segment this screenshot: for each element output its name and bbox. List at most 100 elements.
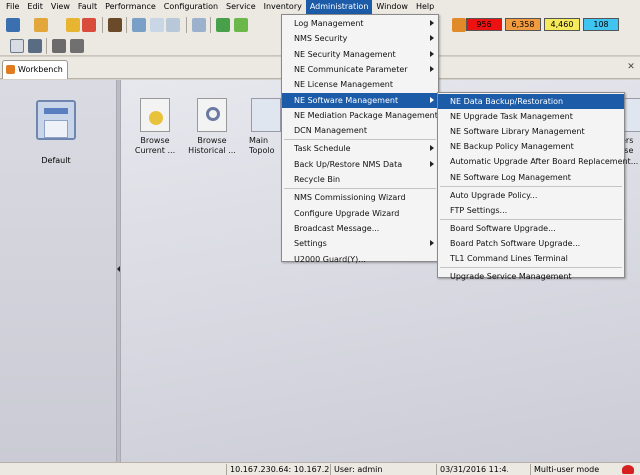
menu-item-ne-mediation-package-management[interactable]: NE Mediation Package Management xyxy=(282,108,438,123)
submenu-arrow-icon xyxy=(430,160,434,167)
critical-alarm-count[interactable]: 956 xyxy=(466,18,502,31)
menu-item-broadcast-message[interactable]: Broadcast Message... xyxy=(282,221,438,236)
submenu-arrow-icon xyxy=(430,96,434,103)
menu-help[interactable]: Help xyxy=(412,0,438,14)
major-alarm-count[interactable]: 6,358 xyxy=(505,18,541,31)
menu-separator xyxy=(284,188,436,190)
search-icon[interactable] xyxy=(166,18,180,32)
ne-software-management-submenu: NE Data Backup/Restoration NE Upgrade Tas… xyxy=(437,92,638,281)
menu-window[interactable]: Window xyxy=(372,0,412,14)
menu-item-label: Back Up/Restore NMS Data xyxy=(294,159,403,169)
wizard-icon[interactable] xyxy=(34,18,48,32)
menu-item-nms-security[interactable]: NMS Security xyxy=(282,31,438,46)
menu-fault[interactable]: Fault xyxy=(74,0,101,14)
chart-icon[interactable] xyxy=(150,18,164,32)
menu-item-recycle-bin[interactable]: Recycle Bin xyxy=(282,172,438,187)
menu-item-settings[interactable]: Settings xyxy=(282,236,438,251)
menu-file[interactable]: File xyxy=(2,0,23,14)
submenu-item-board-patch-software-upgrade[interactable]: Board Patch Software Upgrade... xyxy=(438,236,624,251)
menu-item-label: NE Software Library Management xyxy=(450,127,585,137)
edit-icon[interactable] xyxy=(132,18,146,32)
menu-separator xyxy=(440,218,622,220)
browse-historical-alarm-label: Browse Historical ... xyxy=(188,136,236,155)
menu-item-nms-commissioning-wizard[interactable]: NMS Commissioning Wizard xyxy=(282,190,438,205)
menu-item-label: TL1 Command Lines Terminal xyxy=(450,254,568,263)
menu-administration[interactable]: Administration xyxy=(305,0,373,14)
menu-performance[interactable]: Performance xyxy=(101,0,160,14)
menu-inventory[interactable]: Inventory xyxy=(260,0,306,14)
main-topology[interactable]: Main Topolo xyxy=(249,98,283,156)
submenu-item-upgrade-service-management[interactable]: Upgrade Service Management xyxy=(438,269,624,284)
submenu-item-ne-software-log-management[interactable]: NE Software Log Management xyxy=(438,170,624,185)
submenu-arrow-icon xyxy=(430,65,434,72)
close-tab-icon[interactable]: ✕ xyxy=(626,62,636,72)
tab-workbench-label: Workbench xyxy=(18,65,63,74)
default-view-label: Default xyxy=(41,156,71,165)
menu-item-label: FTP Settings... xyxy=(450,205,508,215)
menu-item-label: NE Mediation Package Management xyxy=(294,110,438,120)
user-icon[interactable] xyxy=(108,18,122,32)
menu-item-configure-upgrade-wizard[interactable]: Configure Upgrade Wizard xyxy=(282,206,438,221)
menu-item-label: Automatic Upgrade After Board Replacemen… xyxy=(450,157,639,167)
menu-item-label: Settings xyxy=(294,239,327,249)
menu-item-task-schedule[interactable]: Task Schedule xyxy=(282,141,438,156)
menu-item-label: NE Communicate Parameter xyxy=(294,64,408,74)
submenu-item-automatic-upgrade-after-board-replacement[interactable]: Automatic Upgrade After Board Replacemen… xyxy=(438,154,638,169)
submenu-item-ne-backup-policy-management[interactable]: NE Backup Policy Management xyxy=(438,139,624,154)
menu-service[interactable]: Service xyxy=(222,0,260,14)
bar-chart-icon[interactable] xyxy=(10,39,24,53)
menu-item-label: DCN Management xyxy=(294,126,367,136)
window-icon[interactable] xyxy=(70,39,84,53)
menu-item-label: NMS Commissioning Wizard xyxy=(294,193,406,203)
menu-item-label: Configure Upgrade Wizard xyxy=(294,208,400,218)
menu-view[interactable]: View xyxy=(47,0,74,14)
menu-item-dcn-management[interactable]: DCN Management xyxy=(282,123,438,138)
default-view-icon[interactable] xyxy=(36,100,76,140)
browse-current-alarm-icon xyxy=(140,98,170,132)
status-server: 10.167.230.64: 10.167.230... xyxy=(226,464,330,475)
menu-item-back-up-restore-nms-data[interactable]: Back Up/Restore NMS Data xyxy=(282,157,438,172)
flag-icon[interactable] xyxy=(52,39,66,53)
submenu-arrow-icon xyxy=(430,20,434,26)
minor-alarm-count[interactable]: 4,460 xyxy=(544,18,580,31)
menu-item-label: NE Data Backup/Restoration xyxy=(450,97,564,106)
lock-user-icon[interactable] xyxy=(82,18,96,32)
menu-configuration[interactable]: Configuration xyxy=(160,0,222,14)
menu-separator xyxy=(440,267,622,269)
menu-item-label: NE Software Log Management xyxy=(450,172,571,182)
status-datetime: 03/31/2016 11:4... xyxy=(436,464,508,475)
menu-item-ne-security-management[interactable]: NE Security Management xyxy=(282,47,438,62)
alarm-bell-icon[interactable] xyxy=(452,18,466,32)
sync-icon[interactable] xyxy=(234,18,248,32)
refresh-icon[interactable] xyxy=(216,18,230,32)
submenu-item-auto-upgrade-policy[interactable]: Auto Upgrade Policy... xyxy=(438,188,624,203)
menu-item-label: Task Schedule xyxy=(294,144,351,154)
menu-item-log-management[interactable]: Log Management xyxy=(282,16,438,31)
browse-current-alarm[interactable]: Browse Current ... xyxy=(133,98,177,156)
menu-item-ne-software-management[interactable]: NE Software Management xyxy=(282,92,438,108)
browse-current-alarm-label: Browse Current ... xyxy=(134,136,176,155)
lock-icon[interactable] xyxy=(66,18,80,32)
submenu-item-ftp-settings[interactable]: FTP Settings... xyxy=(438,203,624,218)
submenu-item-tl1-command-lines-terminal[interactable]: TL1 Command Lines Terminal xyxy=(438,251,624,266)
submenu-item-ne-upgrade-task-management[interactable]: NE Upgrade Task Management xyxy=(438,109,624,124)
tab-workbench[interactable]: Workbench xyxy=(2,60,68,79)
submenu-item-board-software-upgrade[interactable]: Board Software Upgrade... xyxy=(438,221,624,236)
menu-item-label: Log Management xyxy=(294,19,364,28)
arrow-icon[interactable] xyxy=(192,18,206,32)
menu-item-u2000-guard-y[interactable]: U2000 Guard(Y)... xyxy=(282,252,438,267)
submenu-item-ne-data-backup-restoration[interactable]: NE Data Backup/Restoration xyxy=(438,94,624,109)
menu-item-label: Upgrade Service Management xyxy=(450,272,572,282)
menu-item-label: Recycle Bin xyxy=(294,175,341,184)
menu-separator xyxy=(440,185,622,187)
menu-edit[interactable]: Edit xyxy=(23,0,47,14)
browse-historical-alarm[interactable]: Browse Historical ... xyxy=(187,98,237,156)
connect-icon[interactable] xyxy=(6,18,20,32)
menu-item-ne-communicate-parameter[interactable]: NE Communicate Parameter xyxy=(282,62,438,77)
submenu-item-ne-software-library-management[interactable]: NE Software Library Management xyxy=(438,124,624,139)
submenu-arrow-icon xyxy=(430,50,434,57)
menu-item-ne-license-management[interactable]: NE License Management xyxy=(282,77,438,92)
menu-item-label: NE Software Management xyxy=(294,95,399,105)
warning-alarm-count[interactable]: 108 xyxy=(583,18,619,31)
report-icon[interactable] xyxy=(28,39,42,53)
